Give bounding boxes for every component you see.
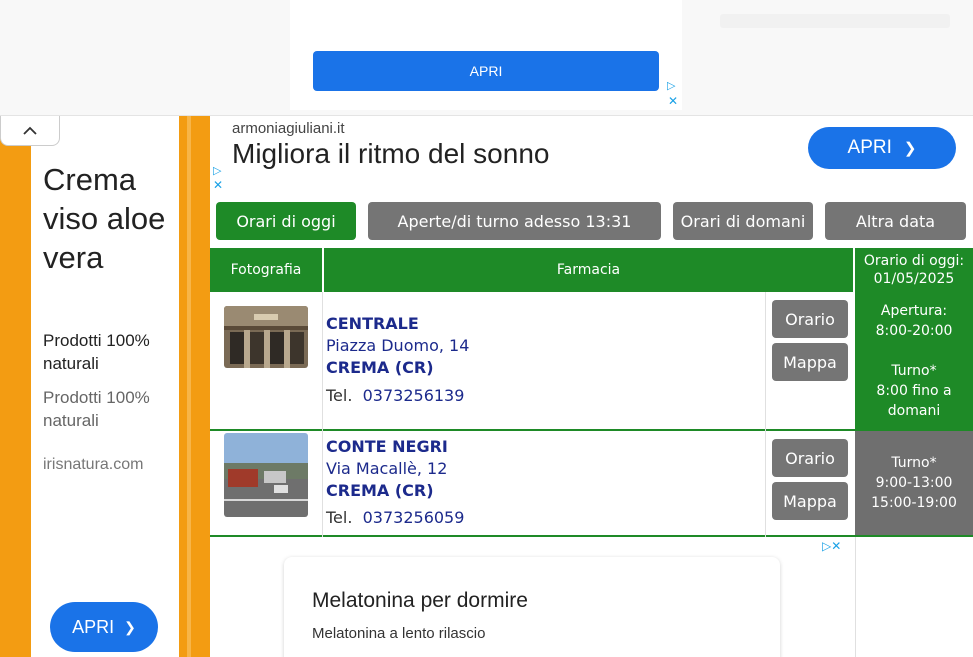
column-header-hours-label: Orario di oggi: xyxy=(863,253,965,269)
pharmacy-phone: Tel. 0373256059 xyxy=(326,508,464,527)
pharmacy-photo[interactable] xyxy=(224,306,308,368)
content-ad-headline[interactable]: Migliora il ritmo del sonno xyxy=(232,138,549,170)
close-ad-icon[interactable]: ✕ xyxy=(668,95,678,107)
column-divider xyxy=(322,431,323,537)
top-ad-strip: APRI ▷ ✕ xyxy=(0,0,973,116)
map-button[interactable]: Mappa xyxy=(772,343,848,381)
hours-line xyxy=(855,341,973,361)
pharmacy-name[interactable]: CONTE NEGRI xyxy=(326,437,448,456)
column-divider xyxy=(765,431,766,537)
column-divider xyxy=(322,292,323,431)
column-header-hours-date: 01/05/2025 xyxy=(873,271,955,287)
content-ad-open-button[interactable]: APRI ❯ xyxy=(808,127,956,169)
chevron-up-icon xyxy=(23,126,37,135)
content-ad-domain: armoniagiuliani.it xyxy=(232,120,345,137)
pharmacy-name[interactable]: CENTRALE xyxy=(326,314,419,333)
table-header: Fotografia Farmacia Orario di oggi: 01/0… xyxy=(210,248,973,292)
map-button[interactable]: Mappa xyxy=(772,482,848,520)
tab-today-hours[interactable]: Orari di oggi xyxy=(216,202,356,240)
page: APRI ▷ ✕ Crema viso aloe vera Prodotti 1… xyxy=(0,0,973,657)
bottom-ad[interactable]: ▷✕ Melatonina per dormire Melatonina a l… xyxy=(210,537,855,657)
hours-line: Apertura: xyxy=(880,302,948,319)
top-ad-faded-text xyxy=(720,14,950,28)
side-ad-border-right xyxy=(179,116,210,657)
adchoices-icon[interactable]: ▷✕ xyxy=(822,539,841,553)
side-ad-title[interactable]: Crema viso aloe vera xyxy=(43,160,173,277)
opening-hours-cell: Turno* 9:00-13:00 15:00-19:00 xyxy=(855,431,973,535)
side-ad-border-stripe xyxy=(187,116,191,657)
chevron-right-icon: ❯ xyxy=(903,140,917,157)
close-ad-icon[interactable]: ✕ xyxy=(213,178,223,192)
hours-line: domani xyxy=(887,402,941,419)
side-ad-description-secondary: Prodotti 100% naturali xyxy=(43,388,150,430)
column-header-hours: Orario di oggi: 01/05/2025 xyxy=(855,248,973,292)
side-ad-open-label: APRI xyxy=(72,616,115,637)
phone-label: Tel. xyxy=(326,508,353,527)
chevron-right-icon: ❯ xyxy=(124,618,136,635)
pharmacy-city: CREMA (CR) xyxy=(326,358,434,377)
pharmacy-address: Via Macallè, 12 xyxy=(326,459,448,478)
hours-line: Turno* xyxy=(891,362,937,379)
side-ad[interactable]: Crema viso aloe vera Prodotti 100% natur… xyxy=(31,116,179,657)
hours-line: 9:00-13:00 xyxy=(875,475,953,491)
side-ad-open-button[interactable]: APRI ❯ xyxy=(50,602,158,652)
opening-hours-cell: Apertura: 8:00-20:00 Turno* 8:00 fino a … xyxy=(855,292,973,429)
table-row: CENTRALE Piazza Duomo, 14 CREMA (CR) Tel… xyxy=(210,292,973,431)
hours-line: 15:00-19:00 xyxy=(871,495,957,511)
hours-line: 8:00 fino a xyxy=(876,382,952,399)
content-ad[interactable]: armoniagiuliani.it Migliora il ritmo del… xyxy=(210,116,973,196)
hours-line: Turno* xyxy=(891,455,937,471)
hours-line: 8:00-20:00 xyxy=(875,322,953,339)
hours-button[interactable]: Orario xyxy=(772,439,848,477)
pharmacy-address: Piazza Duomo, 14 xyxy=(326,336,470,355)
side-ad-border-left xyxy=(0,116,31,657)
phone-number-link[interactable]: 0373256139 xyxy=(363,386,465,405)
collapse-ad-button[interactable] xyxy=(0,116,60,146)
adchoices-icon[interactable]: ▷ xyxy=(667,80,675,92)
side-ad-description: Prodotti 100% naturali xyxy=(43,331,150,373)
bottom-ad-subtitle: Melatonina a lento rilascio xyxy=(312,625,486,642)
bottom-ad-title[interactable]: Melatonina per dormire xyxy=(312,589,528,613)
bottom-ad-card[interactable]: Melatonina per dormire Melatonina a lent… xyxy=(284,557,780,657)
hours-column-empty xyxy=(855,537,973,657)
column-divider xyxy=(765,292,766,431)
top-ad-open-button[interactable]: APRI xyxy=(313,51,659,91)
table-row: CONTE NEGRI Via Macallè, 12 CREMA (CR) T… xyxy=(210,431,973,537)
column-header-photo: Fotografia xyxy=(230,262,302,278)
pharmacy-phone: Tel. 0373256139 xyxy=(326,386,464,405)
tab-open-now[interactable]: Aperte/di turno adesso 13:31 xyxy=(368,202,661,240)
phone-label: Tel. xyxy=(326,386,353,405)
tab-tomorrow-hours[interactable]: Orari di domani xyxy=(673,202,813,240)
hours-button[interactable]: Orario xyxy=(772,300,848,338)
pharmacy-photo[interactable] xyxy=(224,433,308,517)
content-ad-open-label: APRI xyxy=(847,137,892,158)
adchoices-icon[interactable]: ▷ xyxy=(213,164,221,177)
tab-other-date[interactable]: Altra data xyxy=(825,202,966,240)
pharmacy-city: CREMA (CR) xyxy=(326,481,434,500)
side-ad-domain: irisnatura.com xyxy=(43,456,144,473)
column-header-pharmacy: Farmacia xyxy=(556,262,621,278)
phone-number-link[interactable]: 0373256059 xyxy=(363,508,465,527)
